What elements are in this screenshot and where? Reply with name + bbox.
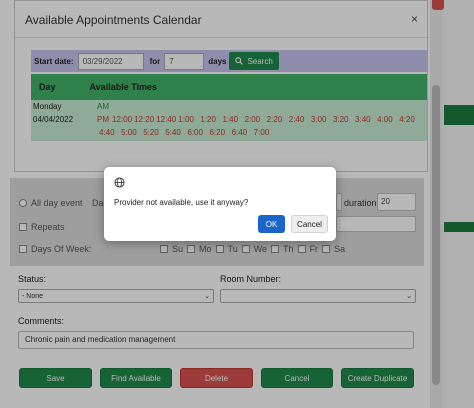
dialog-cancel-button[interactable]: Cancel [291,215,328,233]
globe-icon [114,177,125,188]
ok-button[interactable]: OK [258,215,285,233]
dialog-message: Provider not available, use it anyway? [114,198,249,207]
confirm-dialog: Provider not available, use it anyway? O… [104,167,336,241]
